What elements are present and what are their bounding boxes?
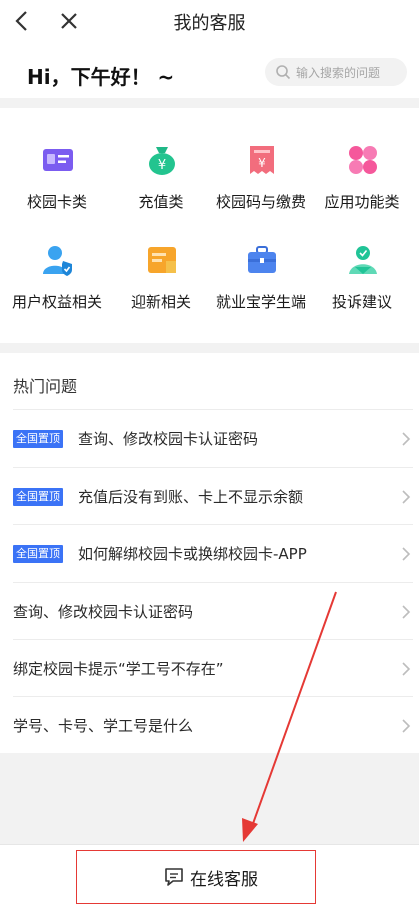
pinned-badge: 全国置顶 <box>13 545 63 563</box>
search-input[interactable]: 输入搜索的问题 <box>265 58 407 86</box>
question-row[interactable]: 学号、卡号、学工号是什么 <box>13 696 413 754</box>
feedback-person-icon <box>349 246 377 274</box>
category-label: 校园码与缴费 <box>215 193 306 211</box>
category-user-rights[interactable]: 用户权益相关 <box>5 243 109 333</box>
category-freshmen[interactable]: 迎新相关 <box>109 243 213 333</box>
category-label: 应用功能类 <box>324 193 400 211</box>
briefcase-icon <box>248 246 276 273</box>
question-text: 学号、卡号、学工号是什么 <box>13 717 194 735</box>
category-campus-card[interactable]: 校园卡类 <box>5 143 109 233</box>
question-row[interactable]: 全国置顶 查询、修改校园卡认证密码 <box>13 409 413 467</box>
chevron-right-icon <box>402 605 411 619</box>
search-placeholder: 输入搜索的问题 <box>296 66 381 80</box>
question-text: 如何解绑校园卡或换绑校园卡-APP <box>78 545 307 563</box>
question-text: 绑定校园卡提示“学工号不存在” <box>13 660 224 678</box>
category-grid: 校园卡类 ¥ 充值类 ¥ 校园码与缴费 应用功能类 用户权益相关 迎新相关 就业… <box>0 108 419 343</box>
category-label: 就业宝学生端 <box>215 293 306 311</box>
category-label: 充值类 <box>138 193 184 211</box>
online-service-label: 在线客服 <box>190 870 258 890</box>
welcome-card-icon <box>148 247 176 273</box>
greeting-text: Hi，下午好！ ~ <box>27 65 175 89</box>
pinned-badge: 全国置顶 <box>13 430 63 448</box>
pinned-badge: 全国置顶 <box>13 488 63 506</box>
yuan-receipt-icon: ¥ <box>250 146 274 174</box>
category-label: 迎新相关 <box>130 293 191 311</box>
category-label: 用户权益相关 <box>11 293 102 311</box>
question-row[interactable]: 绑定校园卡提示“学工号不存在” <box>13 639 413 697</box>
category-app-features[interactable]: 应用功能类 <box>310 143 414 233</box>
question-row[interactable]: 全国置顶 如何解绑校园卡或换绑校园卡-APP <box>13 524 413 582</box>
top-nav-bar: 我的客服 <box>0 0 419 44</box>
question-text: 充值后没有到账、卡上不显示余额 <box>78 488 304 506</box>
chat-bubble-icon <box>165 868 183 886</box>
bottom-bar: 在线客服 <box>0 844 419 916</box>
app-grid-icon <box>349 146 377 174</box>
category-recharge[interactable]: ¥ 充值类 <box>109 143 213 233</box>
money-bag-icon: ¥ <box>149 147 175 175</box>
greeting-section: Hi，下午好！ ~ 输入搜索的问题 <box>0 44 419 98</box>
question-text: 查询、修改校园卡认证密码 <box>13 603 194 621</box>
search-icon <box>276 65 291 80</box>
category-label: 校园卡类 <box>26 193 87 211</box>
hot-questions-section: 热门问题 全国置顶 查询、修改校园卡认证密码 全国置顶 充值后没有到账、卡上不显… <box>0 353 419 753</box>
svg-text:¥: ¥ <box>258 156 266 170</box>
svg-text:¥: ¥ <box>158 158 166 173</box>
chevron-right-icon <box>402 490 411 504</box>
section-title: 热门问题 <box>13 377 78 396</box>
chevron-right-icon <box>402 547 411 561</box>
category-label: 投诉建议 <box>331 293 392 311</box>
page-title: 我的客服 <box>173 13 246 34</box>
question-row[interactable]: 查询、修改校园卡认证密码 <box>13 582 413 640</box>
chevron-right-icon <box>402 719 411 733</box>
chevron-right-icon <box>402 662 411 676</box>
category-employment-student[interactable]: 就业宝学生端 <box>209 243 313 333</box>
question-row[interactable]: 全国置顶 充值后没有到账、卡上不显示余额 <box>13 467 413 525</box>
category-campus-code-payment[interactable]: ¥ 校园码与缴费 <box>209 143 313 233</box>
online-service-button[interactable]: 在线客服 <box>76 850 316 904</box>
category-complaints[interactable]: 投诉建议 <box>310 243 414 333</box>
question-text: 查询、修改校园卡认证密码 <box>78 430 259 448</box>
id-card-icon <box>43 149 73 171</box>
chevron-right-icon <box>402 432 411 446</box>
user-shield-icon <box>43 246 72 276</box>
